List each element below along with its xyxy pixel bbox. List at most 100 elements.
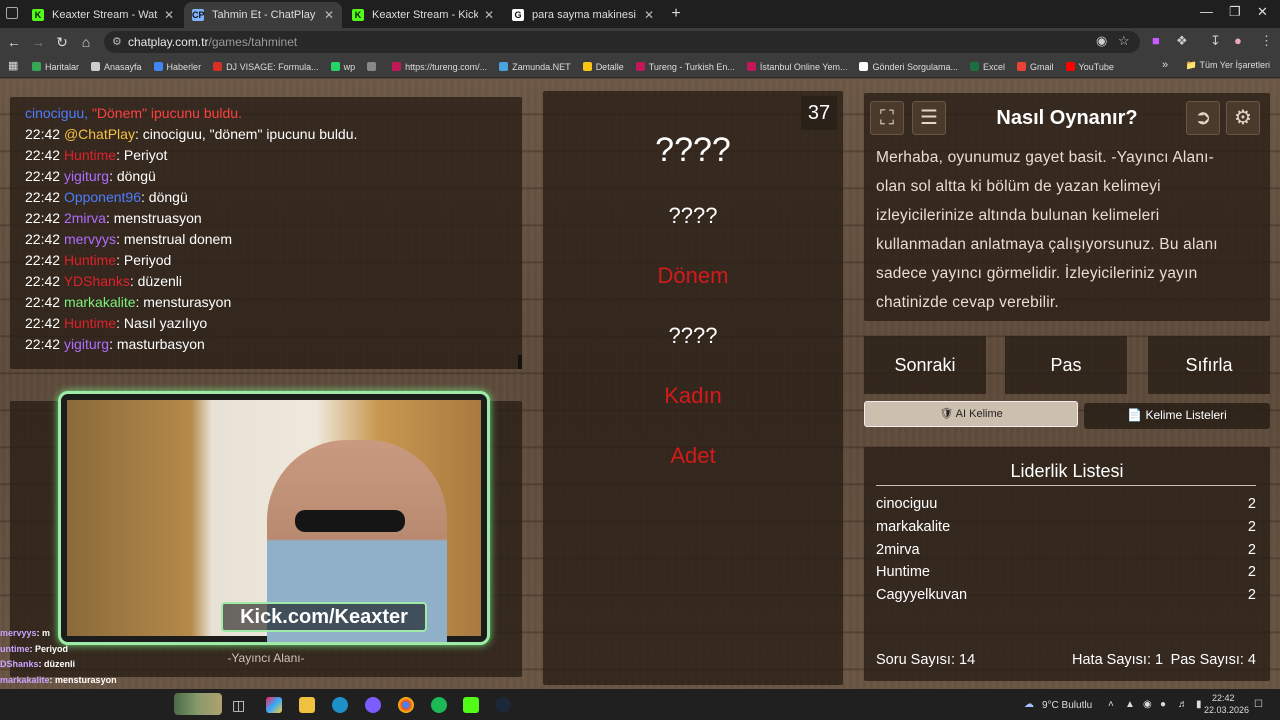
bookmark-item[interactable]: Gmail xyxy=(1017,62,1054,72)
reload-icon[interactable]: ↻ xyxy=(50,34,74,51)
word-lists-button[interactable]: 📄 Kelime Listeleri xyxy=(1084,403,1270,429)
bookmark-item[interactable]: Haberler xyxy=(153,62,201,72)
menu-icon[interactable]: ⋮ xyxy=(1260,33,1273,49)
url-domain: chatplay.com.tr xyxy=(128,35,209,49)
tab-title: Keaxter Stream - Kick Dashboard xyxy=(372,9,478,21)
chat-username[interactable]: Huntime xyxy=(64,315,116,331)
bookmark-item[interactable]: Zamunda.NET xyxy=(499,62,571,72)
clock-time[interactable]: 22:42 xyxy=(1212,693,1235,703)
ai-word-button[interactable]: 🛡 AI Kelime xyxy=(864,401,1078,427)
tab-close-icon[interactable]: ✕ xyxy=(164,8,174,22)
bookmark-item[interactable]: Excel xyxy=(970,62,1005,72)
file-explorer-icon[interactable] xyxy=(299,697,315,713)
bookmark-item[interactable]: Detalle xyxy=(582,62,624,72)
weather-text[interactable]: 9°C Bulutlu xyxy=(1042,700,1092,711)
bookmark-icon xyxy=(635,62,645,71)
steam-icon[interactable] xyxy=(495,697,511,713)
spotify-icon[interactable] xyxy=(431,697,447,713)
bookmark-icon xyxy=(970,62,980,71)
discord-icon[interactable] xyxy=(365,697,381,713)
bookmark-item[interactable]: Haritalar xyxy=(32,62,79,72)
tab-close-icon[interactable]: ✕ xyxy=(644,8,654,22)
leaderboard-list[interactable]: cinociguu 2 markakalite 2 2mirva 2 Huntime 2 Cag… xyxy=(876,493,1256,611)
extension-icon[interactable]: ■ xyxy=(1152,33,1160,48)
bookmark-item[interactable]: İstanbul Online Yem... xyxy=(746,62,847,72)
chat-username[interactable]: @ChatPlay xyxy=(64,126,135,142)
chat-timestamp: 22:42 xyxy=(25,126,61,142)
tab-close-icon[interactable]: ✕ xyxy=(324,8,334,22)
widgets-thumbnail[interactable] xyxy=(174,693,222,715)
chat-username[interactable]: YDShanks xyxy=(64,273,130,289)
chat-text: : menstruasyon xyxy=(105,210,202,226)
minimize-icon[interactable]: — xyxy=(1200,4,1213,19)
bookmark-item[interactable] xyxy=(367,62,380,72)
chat-scrollbar[interactable] xyxy=(518,355,522,369)
pass-button[interactable]: Pas xyxy=(1005,336,1127,394)
chat-text: : Nasıl yazılıyo xyxy=(116,315,208,331)
notifications-icon[interactable]: ☐ xyxy=(1254,699,1263,710)
copilot-icon[interactable] xyxy=(266,697,282,713)
clock-date[interactable]: 22.03.2026 xyxy=(1204,705,1249,715)
browser-tab[interactable]: Gpara sayma makinesi - Google ✕ xyxy=(504,2,662,28)
next-button[interactable]: Sonraki xyxy=(864,336,986,394)
extensions-puzzle-icon[interactable]: ❖ xyxy=(1176,33,1188,49)
chat-username[interactable]: yigiturg xyxy=(64,336,109,352)
exit-icon[interactable]: ➲ xyxy=(1186,101,1220,135)
eye-off-icon[interactable]: ◉ xyxy=(1096,33,1107,49)
address-bar[interactable]: ⚙ chatplay.com.tr/games/tahminet xyxy=(104,31,1140,53)
close-window-icon[interactable]: ✕ xyxy=(1257,4,1268,20)
tray-mic-icon[interactable]: ● xyxy=(1160,699,1166,710)
profile-avatar[interactable]: ● xyxy=(1234,33,1242,48)
tray-speaker-icon[interactable]: ♬ xyxy=(1178,699,1188,710)
chat-message: 22:42 YDShanks: düzenli xyxy=(25,271,507,292)
all-bookmarks-link[interactable]: 📁 Tüm Yer İşaretleri xyxy=(1186,60,1270,71)
bookmark-item[interactable]: https://tureng.com/... xyxy=(392,62,487,72)
tray-wifi-icon[interactable]: ◉ xyxy=(1143,699,1152,710)
chat-username[interactable]: markakalite xyxy=(64,294,136,310)
leader-name: cinociguu xyxy=(876,496,938,512)
tray-network-icon[interactable]: ▲ xyxy=(1125,699,1135,710)
chat-username[interactable]: Huntime xyxy=(64,147,116,163)
bookmark-item[interactable]: Anasayfa xyxy=(91,62,142,72)
chat-username[interactable]: Huntime xyxy=(64,252,116,268)
chat-text: : mensturasyon xyxy=(135,294,232,310)
chrome-icon[interactable] xyxy=(398,697,414,713)
site-info-icon[interactable]: ⚙ xyxy=(112,31,122,53)
download-icon[interactable]: ↧ xyxy=(1210,33,1221,49)
webcam-frame: Kick.com/Keaxter xyxy=(58,391,490,645)
chat-username[interactable]: 2mirva xyxy=(64,210,106,226)
bookmarks-overflow-icon[interactable]: » xyxy=(1162,59,1168,71)
overlay-chat-user: DShanks xyxy=(0,659,39,669)
tray-chevron-icon[interactable]: ˄ xyxy=(1108,699,1114,710)
settings-gear-icon[interactable]: ⚙ xyxy=(1226,101,1260,135)
bookmark-star-icon[interactable]: ☆ xyxy=(1118,33,1130,49)
chat-username[interactable]: yigiturg xyxy=(64,168,109,184)
bookmark-item[interactable]: wp xyxy=(330,62,355,72)
bookmark-item[interactable]: YouTube xyxy=(1065,62,1114,72)
chat-username[interactable]: mervyys xyxy=(64,231,116,247)
tray-battery-icon[interactable]: ▮ xyxy=(1196,699,1202,710)
chat-text: : Periyot xyxy=(116,147,168,163)
browser-tab[interactable]: K Keaxter Stream - Watch Live on ✕ xyxy=(24,2,182,28)
chat-username[interactable]: cinociguu, xyxy=(25,105,88,121)
browser-tab[interactable]: CP Tahmin Et - ChatPlay ✕ xyxy=(184,2,342,28)
home-icon[interactable]: ⌂ xyxy=(74,34,98,50)
kick-icon[interactable] xyxy=(463,697,479,713)
edge-icon[interactable] xyxy=(332,697,348,713)
chat-username[interactable]: Opponent96 xyxy=(64,189,141,205)
back-icon[interactable]: ← xyxy=(2,34,26,50)
new-tab-button[interactable]: + xyxy=(664,2,688,28)
reset-button[interactable]: Sıfırla xyxy=(1148,336,1270,394)
forward-icon[interactable]: → xyxy=(26,34,50,50)
bookmark-item[interactable]: DJ VISAGE: Formula... xyxy=(213,62,319,72)
maximize-icon[interactable]: ❐ xyxy=(1229,4,1241,20)
bookmark-item[interactable]: Tureng - Turkish En... xyxy=(635,62,735,72)
weather-cloud-icon: ☁ xyxy=(1024,699,1034,710)
tab-close-icon[interactable]: ✕ xyxy=(484,8,494,22)
apps-grid-icon[interactable]: ▦ xyxy=(8,59,18,72)
tab-search-icon[interactable] xyxy=(6,7,18,19)
bookmark-item[interactable]: Gönderi Sorgulama... xyxy=(859,62,958,72)
task-view-icon[interactable]: ◫ xyxy=(232,697,248,713)
browser-tab[interactable]: K Keaxter Stream - Kick Dashboard ✕ xyxy=(344,2,502,28)
bookmarks-bar: ▦ Haritalar Anasayfa Haberler DJ VISAGE: Fo… xyxy=(0,56,1280,78)
